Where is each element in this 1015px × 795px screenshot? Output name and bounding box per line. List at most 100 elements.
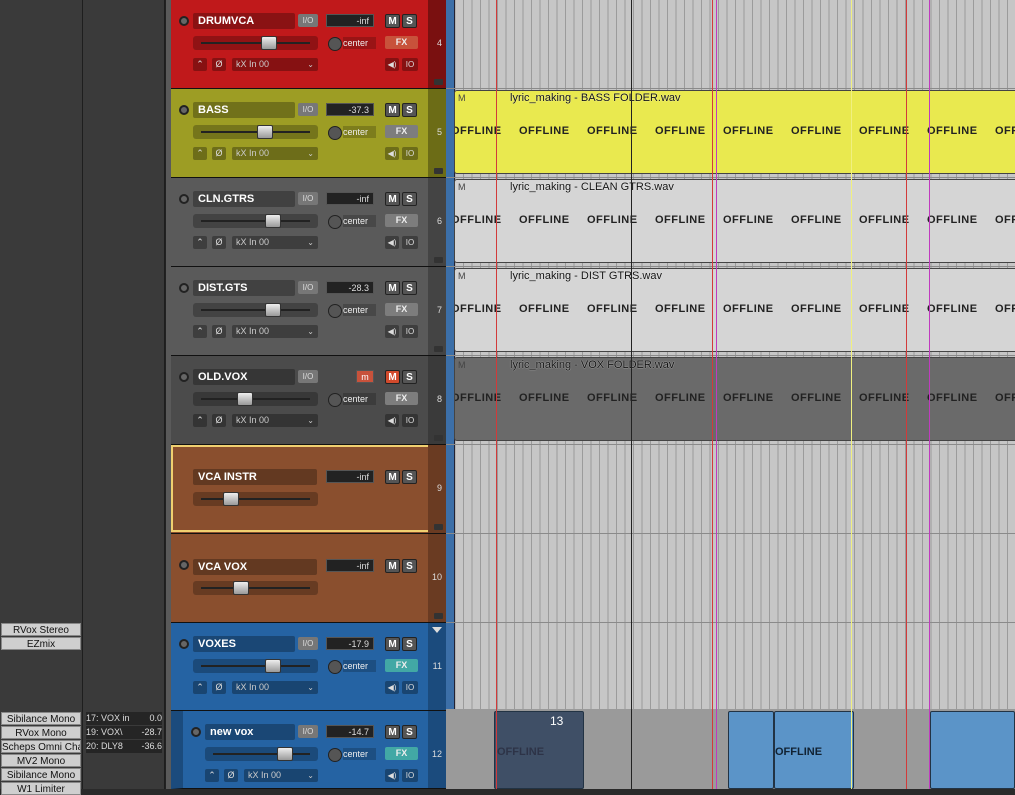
monitor-icon[interactable]: ◀): [385, 325, 399, 338]
marker-line[interactable]: [496, 0, 497, 789]
io-routing-button[interactable]: IO: [402, 325, 418, 338]
monitor-icon[interactable]: ◀): [385, 236, 399, 249]
mute-button[interactable]: M: [385, 103, 400, 117]
phase-button[interactable]: Ø: [212, 681, 226, 694]
track-name[interactable]: DRUMVCA: [193, 13, 295, 29]
phase-button[interactable]: Ø: [224, 769, 238, 782]
phase-button[interactable]: Ø: [212, 236, 226, 249]
mute-button[interactable]: M: [385, 370, 400, 384]
track-name[interactable]: VCA INSTR: [193, 469, 317, 485]
io-button[interactable]: I/O: [298, 103, 318, 116]
volume-fader[interactable]: [193, 125, 318, 139]
volume-readout[interactable]: -inf: [326, 14, 374, 27]
track-cln-gtrs[interactable]: CLN.GTRS I/O -inf M S center FX ⌃ Ø kX I…: [171, 178, 446, 267]
mute-button[interactable]: M: [385, 559, 400, 573]
media-item-clean-gtrs[interactable]: M lyric_making - CLEAN GTRS.wav OFFLINE …: [454, 179, 1015, 263]
input-select[interactable]: kX In 00 ⌄: [232, 414, 318, 427]
input-select[interactable]: kX In 00 ⌄: [244, 769, 318, 782]
media-item-dist-gtrs[interactable]: M lyric_making - DIST GTRS.wav OFFLINE O…: [454, 268, 1015, 352]
solo-button[interactable]: S: [402, 192, 417, 206]
item-mute-icon[interactable]: M: [458, 271, 466, 281]
mute-button[interactable]: M: [385, 14, 400, 28]
fader-knob[interactable]: [265, 659, 281, 673]
solo-button[interactable]: S: [402, 559, 417, 573]
input-select[interactable]: kX In 00 ⌄: [232, 681, 318, 694]
track-voxes[interactable]: VOXES I/O -17.9 M S center FX ⌃ Ø kX In …: [171, 623, 446, 711]
solo-button[interactable]: S: [402, 103, 417, 117]
record-arm-button[interactable]: [179, 105, 189, 115]
mute-button[interactable]: M: [385, 470, 400, 484]
media-item-bass[interactable]: M lyric_making - BASS FOLDER.wav OFFLINE…: [454, 90, 1015, 174]
io-routing-button[interactable]: IO: [402, 414, 418, 427]
io-routing-button[interactable]: IO: [402, 681, 418, 694]
io-button[interactable]: I/O: [298, 192, 318, 205]
volume-readout[interactable]: m: [356, 370, 374, 383]
folder-collapse-icon[interactable]: [432, 627, 442, 633]
record-arm-button[interactable]: [179, 16, 189, 26]
mute-button[interactable]: M: [385, 637, 400, 651]
automation-button[interactable]: ⌃: [193, 147, 207, 160]
phase-button[interactable]: Ø: [212, 325, 226, 338]
volume-fader[interactable]: [193, 303, 318, 317]
item-mute-icon[interactable]: M: [458, 93, 466, 103]
edit-cursor-line[interactable]: [851, 0, 852, 789]
fader-knob[interactable]: [257, 125, 273, 139]
pan-knob[interactable]: [328, 660, 342, 674]
input-select[interactable]: kX In 00 ⌄: [232, 236, 318, 249]
solo-button[interactable]: S: [402, 14, 417, 28]
fx-button[interactable]: FX: [385, 125, 418, 138]
pan-knob[interactable]: [328, 304, 342, 318]
volume-fader[interactable]: [205, 747, 318, 761]
pan-knob[interactable]: [328, 748, 342, 762]
item-mute-icon[interactable]: M: [458, 182, 466, 192]
track-name[interactable]: new vox: [205, 724, 295, 740]
track-bass[interactable]: BASS I/O -37.3 M S center FX ⌃ Ø kX In 0…: [171, 89, 446, 178]
solo-button[interactable]: S: [402, 370, 417, 384]
volume-readout[interactable]: -inf: [326, 470, 374, 483]
io-button[interactable]: I/O: [298, 14, 318, 27]
mute-button[interactable]: M: [385, 192, 400, 206]
record-arm-button[interactable]: [179, 372, 189, 382]
mute-button[interactable]: M: [385, 281, 400, 295]
monitor-icon[interactable]: ◀): [385, 414, 399, 427]
phase-button[interactable]: Ø: [212, 414, 226, 427]
phase-button[interactable]: Ø: [212, 147, 226, 160]
fx-slot[interactable]: Sibilance Mono: [1, 712, 81, 725]
volume-fader[interactable]: [193, 392, 318, 406]
record-arm-button[interactable]: [179, 639, 189, 649]
io-routing-button[interactable]: IO: [402, 236, 418, 249]
folder-icon[interactable]: [434, 346, 443, 352]
media-item-small[interactable]: 13 OFFLINE: [494, 711, 584, 789]
monitor-icon[interactable]: ◀): [385, 147, 399, 160]
io-button[interactable]: I/O: [298, 281, 318, 294]
volume-fader[interactable]: [193, 659, 318, 673]
folder-icon[interactable]: [434, 79, 443, 85]
record-arm-button[interactable]: [179, 194, 189, 204]
record-arm-button[interactable]: [179, 560, 189, 570]
automation-button[interactable]: ⌃: [193, 681, 207, 694]
marker-line[interactable]: [929, 0, 930, 789]
track-name[interactable]: OLD.VOX: [193, 369, 295, 385]
pan-knob[interactable]: [328, 37, 342, 51]
mute-button[interactable]: M: [385, 725, 400, 739]
volume-readout[interactable]: -37.3: [326, 103, 374, 116]
io-routing-button[interactable]: IO: [402, 769, 418, 782]
fader-knob[interactable]: [265, 303, 281, 317]
folder-icon[interactable]: [434, 168, 443, 174]
media-item-vox-folder[interactable]: M lyric_making - VOX FOLDER.wav OFFLINE …: [454, 357, 1015, 441]
fader-knob[interactable]: [237, 392, 253, 406]
automation-button[interactable]: ⌃: [193, 58, 207, 71]
input-select[interactable]: kX In 00 ⌄: [232, 147, 318, 160]
fx-slot[interactable]: MV2 Mono: [1, 754, 81, 767]
volume-fader[interactable]: [193, 36, 318, 50]
automation-button[interactable]: ⌃: [193, 414, 207, 427]
io-button[interactable]: I/O: [298, 370, 318, 383]
fader-knob[interactable]: [233, 581, 249, 595]
fader-knob[interactable]: [265, 214, 281, 228]
monitor-icon[interactable]: ◀): [385, 769, 399, 782]
media-item-small[interactable]: OFFLINE: [774, 711, 854, 789]
volume-fader[interactable]: [193, 214, 318, 228]
marker-line[interactable]: [906, 0, 907, 789]
pan-knob[interactable]: [328, 393, 342, 407]
send-label[interactable]: 20: DLY8: [86, 740, 130, 753]
